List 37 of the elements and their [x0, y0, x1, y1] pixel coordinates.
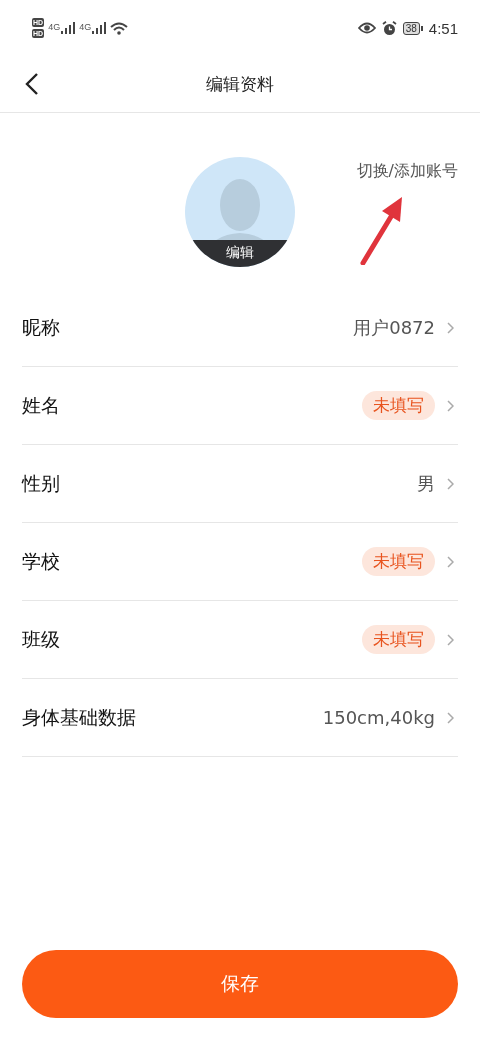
chevron-icon [447, 555, 454, 568]
signal-icon [61, 22, 76, 34]
row-value: 用户0872 [353, 315, 435, 340]
profile-row[interactable]: 性别 男 [22, 445, 458, 523]
row-label: 昵称 [22, 314, 61, 340]
eye-icon [357, 22, 376, 34]
row-value: 男 [417, 471, 435, 496]
battery-indicator: 38 [402, 21, 420, 35]
arrow-drawing [360, 197, 402, 265]
profile-row[interactable]: 姓名 未填写 [22, 367, 458, 445]
row-label: 姓名 [22, 392, 61, 418]
clock-time: 4:51 [428, 19, 458, 37]
profile-row[interactable]: 班级 未填写 [22, 601, 458, 679]
chevron-icon [447, 633, 454, 646]
empty-tag: 未填写 [362, 625, 435, 654]
profile-row[interactable]: 身体基础数据 150cm,40kg [22, 679, 458, 757]
empty-tag: 未填写 [362, 547, 435, 576]
alarm-icon [381, 20, 397, 36]
row-label: 学校 [22, 548, 61, 574]
row-label: 身体基础数据 [22, 704, 137, 730]
avatar[interactable]: 编辑 [185, 157, 295, 267]
signal-icon [92, 22, 107, 34]
chevron-icon [447, 399, 454, 412]
chevron-icon [447, 711, 454, 724]
row-label: 性别 [22, 470, 61, 496]
profile-row[interactable]: 昵称 用户0872 [22, 289, 458, 367]
switch-account-link[interactable]: 切换/添加账号 [356, 161, 458, 182]
row-label: 班级 [22, 626, 61, 652]
chevron-icon [447, 321, 454, 334]
row-value: 150cm,40kg [322, 707, 435, 728]
empty-tag: 未填写 [362, 391, 435, 420]
page-title: 编辑资料 [206, 72, 274, 96]
wifi-icon [110, 21, 129, 35]
chevron-icon [447, 477, 454, 490]
network-label: 4G [79, 22, 92, 32]
profile-row[interactable]: 学校 未填写 [22, 523, 458, 601]
network-label: 4G [48, 22, 61, 32]
